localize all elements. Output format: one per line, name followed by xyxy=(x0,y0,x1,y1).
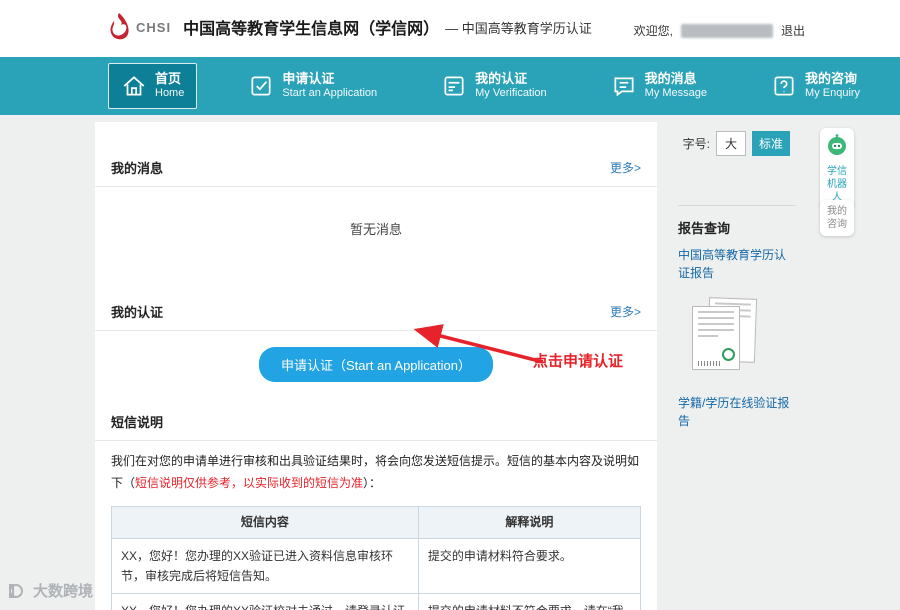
redacted-username xyxy=(681,24,773,38)
sms-table: 短信内容 解释说明 XX，您好！您办理的XX验证已进入资料信息审核环节，审核完成… xyxy=(111,506,641,610)
font-size-label: 字号: xyxy=(683,135,710,152)
barcode-icon xyxy=(698,361,722,366)
cell-content: XX，您好！您办理的XX验证已进入资料信息审核环节，审核完成后将短信告知。 xyxy=(112,538,419,594)
nav-sublabel: Start an Application xyxy=(282,87,377,101)
sms-section-header: 短信说明 xyxy=(95,402,657,441)
seal-icon xyxy=(722,348,735,361)
report-thumbnail[interactable] xyxy=(686,298,770,384)
nav-label: 我的咨询 xyxy=(805,71,860,87)
table-row: XX，您好！您办理的XX验证校对未通过，请登录认证网上申请平台，查看“我的消息”… xyxy=(112,594,641,610)
font-size-standard-button[interactable]: 标准 xyxy=(752,131,790,156)
cell-explain: 提交的申请材料符合要求。 xyxy=(418,538,640,594)
welcome-area: 欢迎您, 退出 xyxy=(634,22,805,39)
report-page-front xyxy=(692,306,740,370)
nav-label: 我的消息 xyxy=(645,71,707,87)
sms-title: 短信说明 xyxy=(111,412,163,431)
annotation-label: 点击申请认证 xyxy=(533,350,623,371)
verification-more-link[interactable]: 更多> xyxy=(610,303,641,320)
nav-label: 申请认证 xyxy=(282,71,377,87)
sms-intro-note: 短信说明仅供参考，以实际收到的短信为准 xyxy=(135,476,363,490)
chsi-logo-text: CHSI xyxy=(136,20,171,35)
font-size-big-button[interactable]: 大 xyxy=(716,131,746,156)
watermark: 大数跨境 xyxy=(8,580,93,601)
robot-icon xyxy=(825,133,849,157)
nav-sublabel: My Verification xyxy=(475,87,547,101)
top-header: CHSI 中国高等教育学生信息网（学信网） — 中国高等教育学历认证 欢迎您, … xyxy=(0,0,900,57)
main-nav: 首页 Home 申请认证 Start an Application 我的认证 M… xyxy=(0,57,900,115)
nav-sublabel: Home xyxy=(155,87,184,101)
nav-label: 我的认证 xyxy=(475,71,547,87)
main-panel: 我的消息 更多> 暂无消息 我的认证 更多> 申请认证（Start an App… xyxy=(95,122,657,610)
logout-link[interactable]: 退出 xyxy=(781,22,805,39)
start-application-button[interactable]: 申请认证（Start an Application） xyxy=(259,347,493,382)
messages-title: 我的消息 xyxy=(111,158,163,177)
watermark-text: 大数跨境 xyxy=(33,580,93,601)
message-icon xyxy=(611,73,637,99)
application-icon xyxy=(248,73,274,99)
table-row: XX，您好！您办理的XX验证已进入资料信息审核环节，审核完成后将短信告知。 提交… xyxy=(112,538,641,594)
chatbot-widget[interactable]: 学信机器人 xyxy=(820,128,854,209)
watermark-logo xyxy=(8,583,28,599)
messages-section-header: 我的消息 更多> xyxy=(95,148,657,187)
col-header-content: 短信内容 xyxy=(112,507,419,538)
table-header-row: 短信内容 解释说明 xyxy=(112,507,641,538)
brand: CHSI 中国高等教育学生信息网（学信网） — 中国高等教育学历认证 xyxy=(108,12,592,42)
chatbot-label: 学信机器人 xyxy=(824,165,850,204)
verification-section-header: 我的认证 更多> xyxy=(95,292,657,331)
degree-report-link[interactable]: 中国高等教育学历认证报告 xyxy=(678,246,796,282)
nav-item-enquiry[interactable]: 我的咨询 My Enquiry xyxy=(758,63,873,109)
welcome-label: 欢迎您, xyxy=(634,22,673,39)
nav-item-apply[interactable]: 申请认证 Start an Application xyxy=(235,63,390,109)
font-size-selector: 字号: 大 标准 xyxy=(660,131,790,156)
enquiry-icon xyxy=(771,73,797,99)
messages-empty-state: 暂无消息 xyxy=(95,187,657,274)
report-query-sidebar: 报告查询 中国高等教育学历认证报告 学籍/学历在线验证报告 xyxy=(678,205,796,430)
col-header-explain: 解释说明 xyxy=(418,507,640,538)
sms-intro: 我们在对您的申请单进行审核和出具验证结果时，将会向您发送短信提示。短信的基本内容… xyxy=(95,441,657,500)
nav-sublabel: My Message xyxy=(645,87,707,101)
online-report-link[interactable]: 学籍/学历在线验证报告 xyxy=(678,394,796,430)
chsi-flame-icon xyxy=(108,12,130,42)
nav-label: 首页 xyxy=(155,71,184,87)
verification-title: 我的认证 xyxy=(111,302,163,321)
nav-item-message[interactable]: 我的消息 My Message xyxy=(598,63,720,109)
sms-intro-end: ）： xyxy=(363,476,381,490)
cell-content: XX，您好！您办理的XX验证校对未通过，请登录认证网上申请平台，查看“我的消息”… xyxy=(112,594,419,610)
home-icon xyxy=(121,73,147,99)
report-query-title: 报告查询 xyxy=(678,218,796,237)
messages-more-link[interactable]: 更多> xyxy=(610,159,641,176)
my-enquiry-label: 我的咨询 xyxy=(824,205,850,231)
nav-item-home[interactable]: 首页 Home xyxy=(108,63,197,109)
nav-sublabel: My Enquiry xyxy=(805,87,860,101)
cell-explain: 提交的申请材料不符合要求，请在“我的消息”中查看详情，并进入“我的认证”中修改。 xyxy=(418,594,640,610)
site-title: 中国高等教育学生信息网（学信网） xyxy=(183,15,439,39)
site-subtitle: — 中国高等教育学历认证 xyxy=(445,18,592,37)
verification-icon xyxy=(441,73,467,99)
my-enquiry-widget[interactable]: 我的咨询 xyxy=(820,200,854,236)
nav-item-verification[interactable]: 我的认证 My Verification xyxy=(428,63,560,109)
page: CHSI 中国高等教育学生信息网（学信网） — 中国高等教育学历认证 欢迎您, … xyxy=(0,0,900,610)
